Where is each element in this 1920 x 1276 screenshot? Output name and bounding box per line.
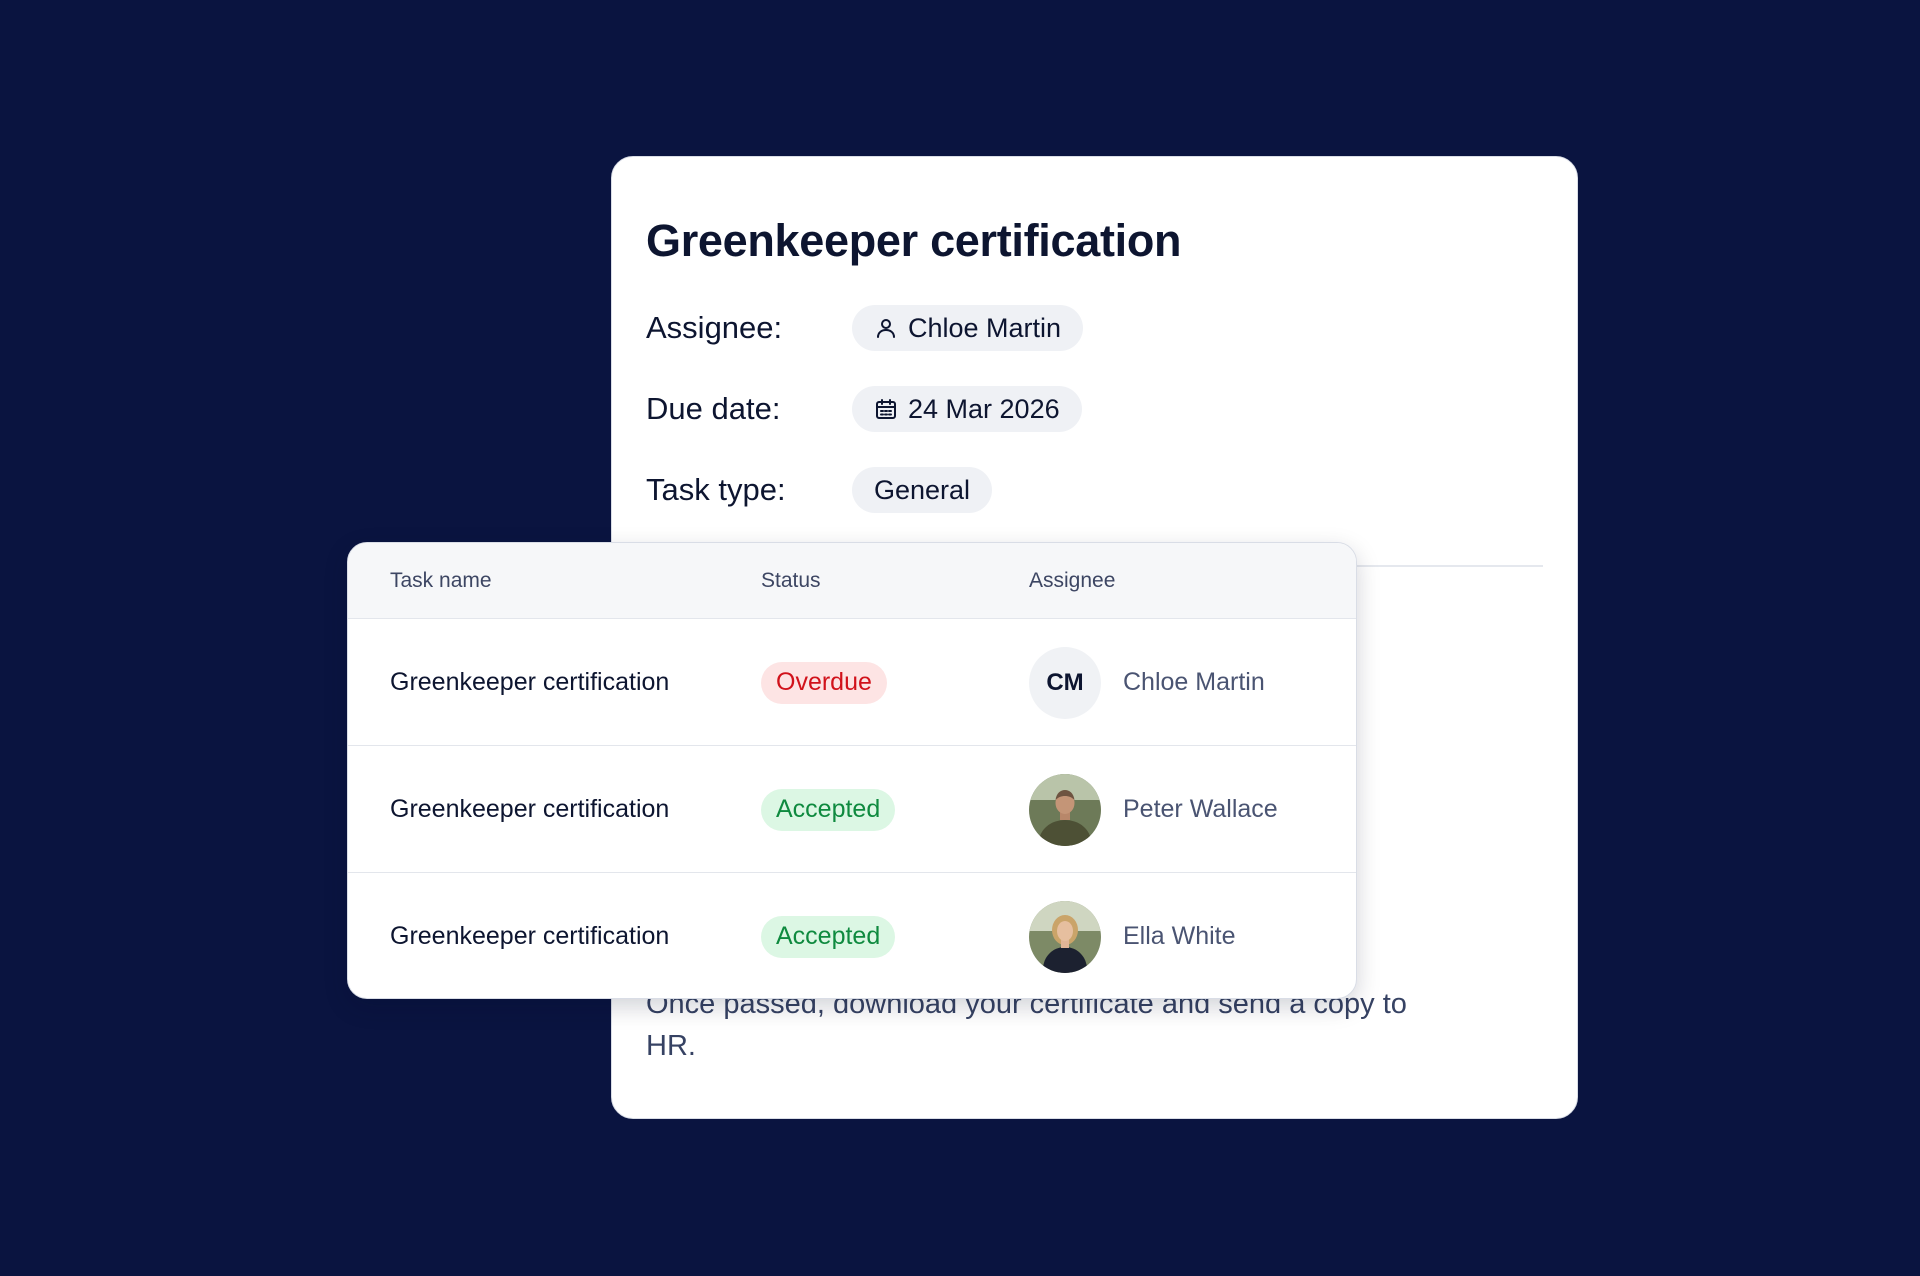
assignee-name-cell: Peter Wallace: [1123, 795, 1278, 823]
column-header-status[interactable]: Status: [761, 543, 821, 619]
avatar: CM: [1029, 646, 1101, 719]
status-badge-overdue: Overdue: [761, 661, 887, 704]
assignee-label: Assignee:: [646, 310, 783, 345]
table-header: Task name Status Assignee: [348, 543, 1356, 619]
column-header-assignee[interactable]: Assignee: [1029, 543, 1115, 619]
due-date-label: Due date:: [646, 391, 781, 426]
task-type-pill[interactable]: General: [852, 467, 993, 513]
due-date-pill[interactable]: 24 Mar 2026: [852, 386, 1082, 432]
task-name-cell[interactable]: Greenkeeper certification: [390, 922, 669, 951]
tasks-table: Task name Status Assignee Greenkeeper ce…: [347, 542, 1357, 999]
avatar: [1029, 900, 1101, 973]
status-badge-accepted: Accepted: [761, 915, 896, 958]
assignee-name-cell: Ella White: [1123, 922, 1236, 950]
task-name-cell[interactable]: Greenkeeper certification: [390, 668, 669, 697]
table-row[interactable]: Greenkeeper certification Accepted Peter…: [348, 746, 1356, 873]
assignee-name-cell: Chloe Martin: [1123, 668, 1265, 696]
due-date-field: Due date: 24 Mar 2026: [646, 386, 1082, 432]
task-title: Greenkeeper certification: [646, 215, 1182, 266]
calendar-icon: [874, 397, 898, 421]
body-text-line: HR.: [646, 1030, 696, 1062]
assignee-value: Chloe Martin: [908, 312, 1062, 343]
task-name-cell[interactable]: Greenkeeper certification: [390, 795, 669, 824]
task-type-field: Task type: General: [646, 467, 993, 513]
table-row[interactable]: Greenkeeper certification Overdue CM Chl…: [348, 619, 1356, 746]
assignee-pill[interactable]: Chloe Martin: [852, 305, 1084, 351]
column-header-task-name[interactable]: Task name: [390, 543, 492, 619]
avatar: [1029, 773, 1101, 846]
table-row[interactable]: Greenkeeper certification Accepted Ella …: [348, 873, 1356, 998]
task-type-label: Task type:: [646, 472, 786, 507]
person-icon: [874, 316, 898, 340]
assignee-field: Assignee: Chloe Martin: [646, 305, 1084, 351]
status-badge-accepted: Accepted: [761, 788, 896, 831]
task-type-value: General: [874, 474, 971, 505]
due-date-value: 24 Mar 2026: [908, 393, 1060, 424]
